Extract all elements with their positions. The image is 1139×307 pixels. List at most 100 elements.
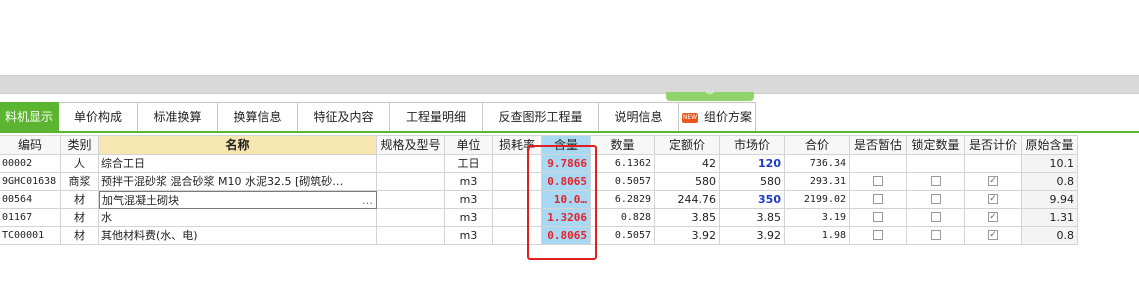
cell-market-price[interactable]: 350 xyxy=(720,191,785,209)
tab-label: 换算信息 xyxy=(233,110,282,124)
checkbox-checked[interactable]: ✓ xyxy=(988,194,998,204)
cell-locked-qty[interactable] xyxy=(907,191,965,209)
tab-unit-price-composition[interactable]: 单价构成 xyxy=(59,102,138,131)
tab-quantity-details[interactable]: 工程量明细 xyxy=(390,102,483,131)
cell-unit: m3 xyxy=(445,227,493,245)
cell-locked-qty[interactable] xyxy=(907,155,965,173)
cell-loss-rate xyxy=(493,173,542,191)
col-header-total-price[interactable]: 合价 xyxy=(785,135,850,155)
collapse-handle[interactable]: ︾ xyxy=(666,92,754,101)
tab-conversion-info[interactable]: 换算信息 xyxy=(218,102,298,131)
cell-is-priced[interactable] xyxy=(965,155,1022,173)
col-header-name[interactable]: 名称 xyxy=(99,135,377,155)
cell-total-price: 1.98 xyxy=(785,227,850,245)
cell-type: 材 xyxy=(61,227,99,245)
cell-type: 人 xyxy=(61,155,99,173)
cell-quota-price: 42 xyxy=(655,155,720,173)
cell-code: 01167 xyxy=(0,209,61,227)
cell-market-price[interactable]: 3.85 xyxy=(720,209,785,227)
checkbox-checked[interactable]: ✓ xyxy=(988,212,998,222)
col-header-market-price[interactable]: 市场价 xyxy=(720,135,785,155)
cell-total-price: 293.31 xyxy=(785,173,850,191)
cell-is-estimate[interactable] xyxy=(850,209,907,227)
col-header-quantity[interactable]: 数量 xyxy=(591,135,655,155)
cell-is-estimate[interactable] xyxy=(850,227,907,245)
cell-content[interactable]: 9.7866 xyxy=(542,155,591,173)
tab-pricing-scheme[interactable]: NEW 组价方案 xyxy=(679,102,756,131)
cell-content[interactable]: 1.3206 xyxy=(542,209,591,227)
checkbox-checked[interactable]: ✓ xyxy=(988,176,998,186)
checkbox[interactable] xyxy=(873,230,883,240)
tab-reverse-lookup-quantity[interactable]: 反查图形工程量 xyxy=(483,102,599,131)
col-header-spec[interactable]: 规格及型号 xyxy=(377,135,445,155)
cell-is-priced[interactable]: ✓ xyxy=(965,227,1022,245)
tab-label: 料机显示 xyxy=(4,110,53,124)
cell-loss-rate xyxy=(493,209,542,227)
col-header-original-content[interactable]: 原始含量 xyxy=(1022,135,1078,155)
cell-market-price[interactable]: 3.92 xyxy=(720,227,785,245)
cell-unit: 工日 xyxy=(445,155,493,173)
checkbox[interactable] xyxy=(873,212,883,222)
tab-label: 工程量明细 xyxy=(405,110,466,124)
cell-original-content: 10.1 xyxy=(1022,155,1078,173)
col-header-code[interactable]: 编码 xyxy=(0,135,61,155)
cell-is-estimate[interactable] xyxy=(850,191,907,209)
cell-locked-qty[interactable] xyxy=(907,227,965,245)
cell-content[interactable]: 0.8065 xyxy=(542,227,591,245)
cell-quantity: 0.5057 xyxy=(591,173,655,191)
cell-unit: m3 xyxy=(445,191,493,209)
cell-original-content: 1.31 xyxy=(1022,209,1078,227)
cell-code: 00002 xyxy=(0,155,61,173)
checkbox[interactable] xyxy=(930,212,941,222)
cell-code: 9GHC01638 xyxy=(0,173,61,191)
cell-is-estimate[interactable] xyxy=(850,155,907,173)
col-header-loss-rate[interactable]: 损耗率 xyxy=(493,135,542,155)
cell-name[interactable]: 其他材料费(水、电) xyxy=(99,227,377,245)
cell-original-content: 9.94 xyxy=(1022,191,1078,209)
cell-market-price[interactable]: 580 xyxy=(720,173,785,191)
tab-label: 组价方案 xyxy=(703,110,752,124)
cell-quota-price: 3.85 xyxy=(655,209,720,227)
col-header-unit[interactable]: 单位 xyxy=(445,135,493,155)
cell-original-content: 0.8 xyxy=(1022,227,1078,245)
checkbox[interactable] xyxy=(930,230,941,240)
cell-quota-price: 244.76 xyxy=(655,191,720,209)
tab-standard-conversion[interactable]: 标准换算 xyxy=(138,102,218,131)
cell-quantity: 0.5057 xyxy=(591,227,655,245)
tab-description-info[interactable]: 说明信息 xyxy=(599,102,679,131)
col-header-quota-price[interactable]: 定额价 xyxy=(655,135,720,155)
cell-original-content: 0.8 xyxy=(1022,173,1078,191)
col-header-is-estimate[interactable]: 是否暂估 xyxy=(850,135,907,155)
horizontal-scrollbar[interactable] xyxy=(0,75,1139,94)
cell-name[interactable]: 预拌干混砂浆 混合砂浆 M10 水泥32.5 [砌筑砂… xyxy=(99,173,377,191)
cell-locked-qty[interactable] xyxy=(907,209,965,227)
cell-content[interactable]: 0.8065 xyxy=(542,173,591,191)
tab-material-display[interactable]: 料机显示 xyxy=(0,102,59,131)
tab-features-content[interactable]: 特征及内容 xyxy=(298,102,390,131)
col-header-type[interactable]: 类别 xyxy=(61,135,99,155)
checkbox-checked[interactable]: ✓ xyxy=(988,230,998,240)
cell-market-price[interactable]: 120 xyxy=(720,155,785,173)
more-options-icon[interactable]: … xyxy=(362,192,373,208)
cell-is-estimate[interactable] xyxy=(850,173,907,191)
checkbox[interactable] xyxy=(873,176,883,186)
cell-code: 00564 xyxy=(0,191,61,209)
cell-total-price: 3.19 xyxy=(785,209,850,227)
col-header-is-priced[interactable]: 是否计价 xyxy=(965,135,1022,155)
cell-is-priced[interactable]: ✓ xyxy=(965,173,1022,191)
checkbox[interactable] xyxy=(930,176,941,186)
top-blank-area xyxy=(0,0,1139,75)
col-header-content[interactable]: 含量 xyxy=(542,135,591,155)
cell-name[interactable]: 水 xyxy=(99,209,377,227)
cell-locked-qty[interactable] xyxy=(907,173,965,191)
cell-total-price: 736.34 xyxy=(785,155,850,173)
checkbox[interactable] xyxy=(930,194,941,204)
tab-label: 特征及内容 xyxy=(313,110,374,124)
cell-name[interactable]: 加气混凝土砌块… xyxy=(99,191,377,209)
col-header-locked-qty[interactable]: 锁定数量 xyxy=(907,135,965,155)
checkbox[interactable] xyxy=(873,194,883,204)
cell-name[interactable]: 综合工日 xyxy=(99,155,377,173)
cell-is-priced[interactable]: ✓ xyxy=(965,209,1022,227)
cell-content[interactable]: 10.0… xyxy=(542,191,591,209)
cell-is-priced[interactable]: ✓ xyxy=(965,191,1022,209)
